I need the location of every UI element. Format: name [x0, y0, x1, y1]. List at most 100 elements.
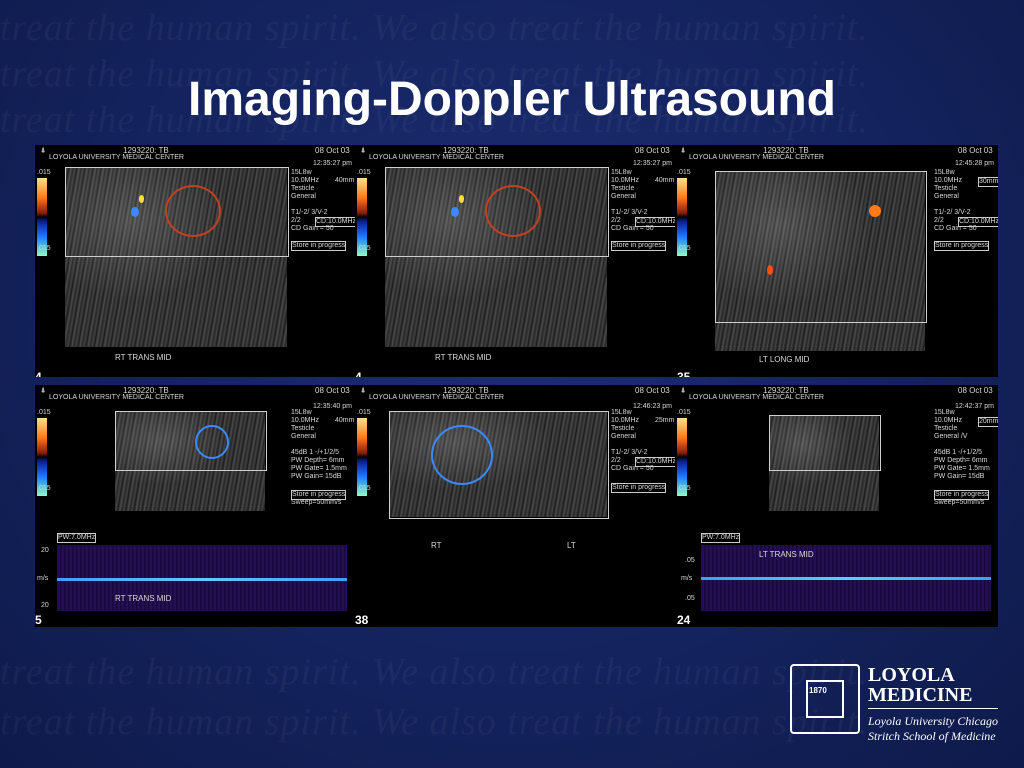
- depth-value: 30mm: [978, 177, 998, 187]
- institution: LOYOLA UNIVERSITY MEDICAL CENTER: [49, 394, 184, 401]
- scale-bottom: .015: [357, 485, 371, 492]
- setting-line: PW Gain= 15dB: [291, 473, 342, 480]
- seal-year: 1870: [809, 686, 827, 695]
- status-text: Store in progress: [291, 241, 347, 251]
- status-text: Store in progress: [611, 483, 667, 493]
- setting-line: PW Gate= 1.5mm: [934, 465, 990, 472]
- image-index: 24: [677, 613, 691, 627]
- probe-icon: ⍋: [361, 147, 366, 154]
- param-line: 15L8w: [611, 169, 632, 176]
- watermark-text: treat the human spirit. We also treat th…: [0, 6, 1024, 50]
- param-line: 15L8w: [291, 169, 312, 176]
- logo-sub-line1: Loyola University Chicago: [868, 714, 998, 728]
- doppler-signal: [767, 265, 773, 275]
- color-box: [115, 411, 267, 471]
- spectral-unit: m/s: [681, 575, 693, 582]
- scan-time: 12:42:37 pm: [955, 403, 994, 410]
- depth-value: 40mm: [335, 417, 355, 424]
- scale-top: .015: [357, 169, 371, 176]
- image-index: 5: [35, 613, 42, 627]
- doppler-signal: [195, 425, 229, 459]
- scale-top: .015: [677, 409, 691, 416]
- param-line: 10.0MHz: [611, 177, 640, 184]
- setting-line: 45dB 1 -/+1/2/5: [291, 449, 340, 456]
- param-line: 10.0MHz: [934, 417, 963, 424]
- color-box: [715, 171, 927, 323]
- setting-line: T1/-2/ 3/V-2: [611, 449, 648, 456]
- scale-bottom: .015: [37, 245, 51, 252]
- pw-frequency: PW:7.0MHz: [701, 533, 741, 543]
- setting-line: 2/2: [291, 217, 301, 224]
- doppler-signal: [165, 185, 221, 237]
- ultrasound-panel: ⍋ 1293220: TB 08 Oct 03 LOYOLA UNIVERSIT…: [355, 385, 675, 627]
- spectral-scale-top: .05: [685, 557, 695, 564]
- scan-time: 12:35:27 pm: [313, 160, 352, 167]
- depth-value: 20mm: [978, 417, 998, 427]
- logo-divider: [868, 708, 998, 709]
- scan-date: 08 Oct 03: [315, 146, 350, 155]
- setting-line: PW Gain= 15dB: [934, 473, 985, 480]
- institution: LOYOLA UNIVERSITY MEDICAL CENTER: [689, 154, 824, 161]
- spectral-baseline: [701, 577, 991, 580]
- institution: LOYOLA UNIVERSITY MEDICAL CENTER: [689, 394, 824, 401]
- image-index: 4: [355, 370, 362, 377]
- scale-bottom: .015: [357, 245, 371, 252]
- color-box: [389, 411, 609, 519]
- param-line: 10.0MHz: [291, 177, 320, 184]
- param-line: Testicle: [934, 185, 958, 192]
- probe-icon: ⍋: [681, 147, 686, 154]
- scan-date: 08 Oct 03: [958, 386, 993, 395]
- depth-value: 25mm: [655, 417, 675, 424]
- image-index: 4: [35, 370, 42, 377]
- ultrasound-panel: ⍋ 1293220: TB 08 Oct 03 LOYOLA UNIVERSIT…: [675, 145, 998, 377]
- scale-bottom: .015: [677, 485, 691, 492]
- depth-value: 40mm: [335, 177, 355, 184]
- param-line: Testicle: [291, 425, 315, 432]
- spectral-scale-bottom: .05: [685, 595, 695, 602]
- scan-label-left: RT: [431, 541, 442, 550]
- setting-line: T1/-2/ 3/V-2: [291, 209, 328, 216]
- scan-label-right: LT: [567, 541, 576, 550]
- scan-time: 12:35:27 pm: [633, 160, 672, 167]
- scale-top: .015: [37, 409, 51, 416]
- scan-label: RT TRANS MID: [115, 353, 172, 362]
- param-line: Testicle: [291, 185, 315, 192]
- param-line: 10.0MHz: [291, 417, 320, 424]
- ultrasound-panel: ⍋ 1293220: TB 08 Oct 03 LOYOLA UNIVERSIT…: [35, 145, 355, 377]
- loyola-seal: 1870: [790, 664, 860, 734]
- doppler-signal: [131, 207, 139, 217]
- sweep-text: Sweep=50mm/s: [291, 499, 342, 506]
- param-line: General /V: [934, 433, 968, 440]
- param-line: Testicle: [934, 425, 958, 432]
- param-line: 15L8w: [934, 169, 955, 176]
- doppler-signal: [869, 205, 881, 217]
- setting-line: CD Gain = 50: [934, 225, 977, 232]
- spectral-scale-top: 20: [41, 547, 49, 554]
- scan-date: 08 Oct 03: [958, 146, 993, 155]
- doppler-signal: [459, 195, 464, 203]
- setting-line: 2/2: [611, 457, 621, 464]
- param-line: General: [934, 193, 959, 200]
- setting-line: 2/2: [934, 217, 944, 224]
- slide-title: Imaging-Doppler Ultrasound: [188, 73, 836, 126]
- scale-top: .015: [677, 169, 691, 176]
- scan-label: RT TRANS MID: [115, 594, 172, 603]
- setting-line: T1/-2/ 3/V-2: [934, 209, 971, 216]
- scan-time: 12:46:23 pm: [633, 403, 672, 410]
- setting-line: T1/-2/ 3/V-2: [611, 209, 648, 216]
- setting-line: CD Gain = 50: [611, 225, 654, 232]
- image-index: 38: [355, 613, 369, 627]
- doppler-signal: [485, 185, 541, 237]
- param-line: Testicle: [611, 425, 635, 432]
- param-line: General: [611, 193, 636, 200]
- setting-line: PW Depth= 6mm: [291, 457, 345, 464]
- setting-line: PW Gate= 1.5mm: [291, 465, 347, 472]
- probe-icon: ⍋: [41, 147, 46, 154]
- scan-label: LT LONG MID: [759, 355, 810, 364]
- image-index: 35: [677, 370, 691, 377]
- institution: LOYOLA UNIVERSITY MEDICAL CENTER: [49, 154, 184, 161]
- ultrasound-panel: ⍋ 1293220: TB 08 Oct 03 LOYOLA UNIVERSIT…: [675, 385, 998, 627]
- scan-label: RT TRANS MID: [435, 353, 492, 362]
- scan-date: 08 Oct 03: [635, 146, 670, 155]
- logo-sub-line2: Stritch School of Medicine: [868, 729, 996, 743]
